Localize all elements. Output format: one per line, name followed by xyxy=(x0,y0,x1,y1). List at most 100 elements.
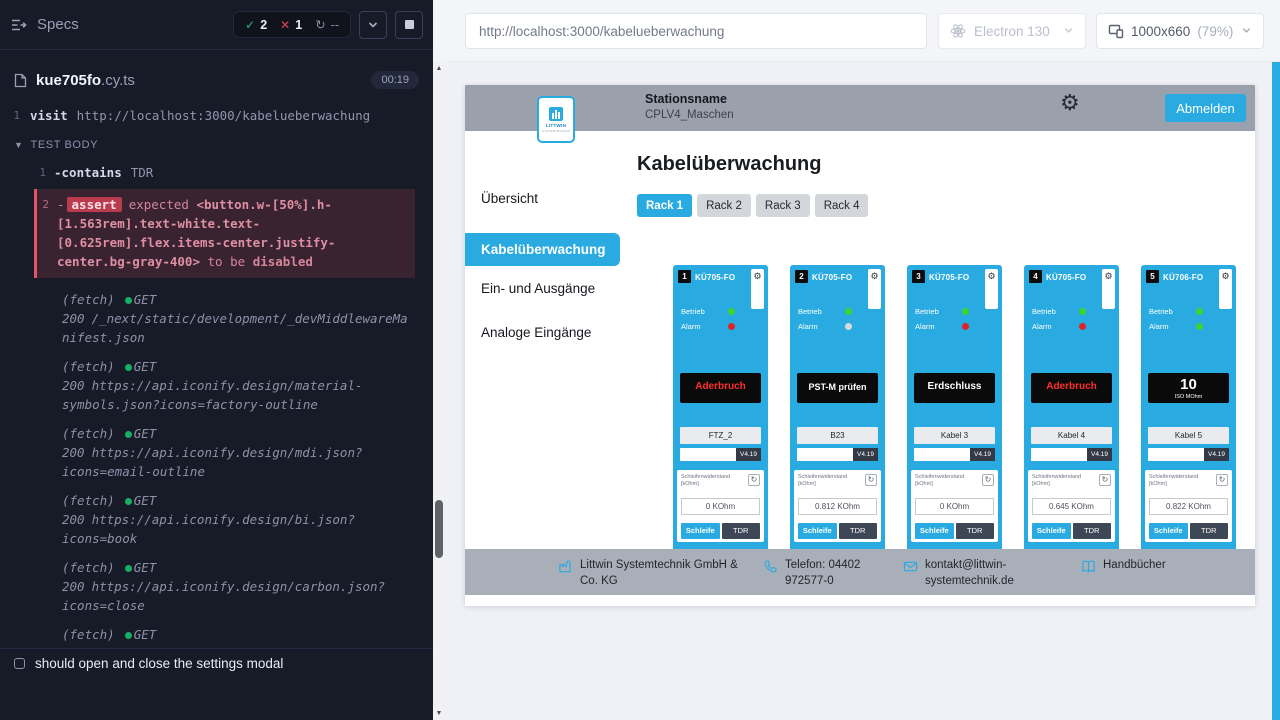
resistance-value: 0 KOhm xyxy=(681,498,760,515)
refresh-icon[interactable]: ↻ xyxy=(1099,474,1111,486)
refresh-icon[interactable]: ↻ xyxy=(748,474,760,486)
command-arg: http://localhost:3000/kabelueberwachung xyxy=(77,106,371,125)
tdr-button[interactable]: TDR xyxy=(1073,523,1112,539)
test-body-section[interactable]: ▼ TEST BODY xyxy=(0,127,427,161)
tdr-button[interactable]: TDR xyxy=(839,523,878,539)
tdr-button[interactable]: TDR xyxy=(1190,523,1229,539)
contains-command-row[interactable]: 1 -contains TDR xyxy=(34,161,415,184)
viewport-select[interactable]: 1000x660 (79%) xyxy=(1096,13,1264,49)
browser-select[interactable]: Electron 130 xyxy=(938,13,1086,49)
card-gear-icon[interactable]: ⚙ xyxy=(751,269,764,283)
alarm-dot xyxy=(962,323,969,330)
sidebar-item-analoge-eingaenge[interactable]: Analoge Eingänge xyxy=(465,325,620,340)
schleife-button[interactable]: Schleife xyxy=(1149,523,1188,539)
collapse-all-button[interactable] xyxy=(359,11,387,39)
tdr-button[interactable]: TDR xyxy=(956,523,995,539)
device-card-1: 1 KÜ705-FO ⚙ Betrieb Alarm Aderbruch FTZ… xyxy=(673,265,768,549)
network-log-entry[interactable]: (fetch)GET 200https://api.iconify.design… xyxy=(34,558,415,615)
card-actions: Schleife TDR xyxy=(915,523,994,539)
card-model-label: KÜ705-FO xyxy=(1046,273,1086,282)
schleife-button[interactable]: Schleife xyxy=(798,523,837,539)
visit-command-row[interactable]: 1 visit http://localhost:3000/kabelueber… xyxy=(0,104,427,127)
betrieb-label: Betrieb xyxy=(915,307,939,316)
failed-assert-row[interactable]: 2 -assertexpected <button.w-[50%].h-[1.5… xyxy=(34,189,415,278)
network-log-entry[interactable]: (fetch)GET 200https://api.iconify.design… xyxy=(34,357,415,414)
tab-rack-1[interactable]: Rack 1 xyxy=(637,194,692,217)
footer-email[interactable]: kontakt@littwin-systemtechnik.de xyxy=(903,549,1043,589)
version-row: V4.19 xyxy=(680,448,761,461)
device-card-5: 5 KÜ706-FO ⚙ Betrieb Alarm 10ISO MOhm Ka… xyxy=(1141,265,1236,549)
resistance-panel: Schleifenwiderstand [kOhm] ↻ 0.822 KOhm … xyxy=(1145,470,1232,542)
failed-stat: ✕1 xyxy=(280,18,302,32)
resistance-panel: Schleifenwiderstand [kOhm] ↻ 0.645 KOhm … xyxy=(1028,470,1115,542)
assert-state: disabled xyxy=(253,254,313,269)
schleife-button[interactable]: Schleife xyxy=(681,523,720,539)
sidebar-item-uebersicht[interactable]: Übersicht xyxy=(465,191,620,206)
fetch-url: https://api.iconify.design/carbon.json?i… xyxy=(62,579,385,613)
refresh-icon[interactable]: ↻ xyxy=(982,474,994,486)
spec-name: kue705fo.cy.ts xyxy=(36,72,135,89)
right-edge-strip xyxy=(1272,62,1280,720)
betrieb-indicator: Betrieb xyxy=(915,307,969,316)
refresh-icon[interactable]: ↻ xyxy=(865,474,877,486)
settings-gear-icon[interactable]: ⚙ xyxy=(1060,92,1080,114)
status-subtext: ISO MOhm xyxy=(1175,394,1203,400)
version-row: V4.19 xyxy=(797,448,878,461)
spec-file-row[interactable]: kue705fo.cy.ts 00:19 xyxy=(0,63,433,97)
littwin-building-icon xyxy=(547,106,565,122)
x-icon: ✕ xyxy=(280,18,290,32)
card-model-label: KÜ705-FO xyxy=(929,273,969,282)
url-input[interactable]: http://localhost:3000/kabelueberwachung xyxy=(465,13,927,49)
station-name: CPLV4_Maschen xyxy=(645,109,734,121)
tab-rack-4[interactable]: Rack 4 xyxy=(815,194,869,217)
specs-button[interactable]: Specs xyxy=(10,16,79,33)
network-log-entry[interactable]: (fetch)GET 200https://api.iconify.design… xyxy=(34,424,415,481)
sidebar-item-ein-und-ausgaenge[interactable]: Ein- und Ausgänge xyxy=(465,281,620,296)
tdr-button[interactable]: TDR xyxy=(722,523,761,539)
fetch-label: (fetch) xyxy=(62,426,115,441)
logout-button[interactable]: Abmelden xyxy=(1165,94,1246,122)
next-test-row[interactable]: should open and close the settings modal xyxy=(0,648,433,678)
phone-number: Telefon: 04402 972577-0 xyxy=(785,558,891,589)
network-log-entry[interactable]: (fetch)GET 200https://api.iconify.design… xyxy=(34,491,415,548)
cable-name: Kabel 5 xyxy=(1148,427,1229,444)
pending-stat: ↻-- xyxy=(315,17,339,32)
alarm-label: Alarm xyxy=(1149,322,1169,331)
fetch-label: (fetch) xyxy=(62,560,115,575)
device-card-3: 3 KÜ705-FO ⚙ Betrieb Alarm Erdschluss Ka… xyxy=(907,265,1002,549)
network-log-entry[interactable]: (fetch)GET 200https://api.iconify.design… xyxy=(34,625,415,648)
schleife-button[interactable]: Schleife xyxy=(915,523,954,539)
alarm-indicator: Alarm xyxy=(1032,322,1086,331)
reporter-scrollbar: ▲ ▼ xyxy=(433,0,445,720)
card-gear-icon[interactable]: ⚙ xyxy=(1102,269,1115,283)
refresh-icon[interactable]: ↻ xyxy=(1216,474,1228,486)
scrollbar-thumb[interactable] xyxy=(435,500,443,558)
card-gear-icon[interactable]: ⚙ xyxy=(868,269,881,283)
stop-button[interactable] xyxy=(395,11,423,39)
footer-manuals[interactable]: Handbücher xyxy=(1081,549,1166,574)
schleife-button[interactable]: Schleife xyxy=(1032,523,1071,539)
spec-extension: .cy.ts xyxy=(101,72,135,89)
network-log-entry[interactable]: (fetch)GET 200/_next/static/development/… xyxy=(34,290,415,347)
card-gear-icon[interactable]: ⚙ xyxy=(985,269,998,283)
alarm-indicator: Alarm xyxy=(798,322,852,331)
cable-name: FTZ_2 xyxy=(680,427,761,444)
alarm-dot xyxy=(728,323,735,330)
scroll-down-arrow[interactable]: ▼ xyxy=(433,710,445,717)
status-display: Aderbruch xyxy=(680,373,761,403)
passed-count: 2 xyxy=(260,18,267,32)
chevron-down-icon xyxy=(1063,24,1074,39)
sidebar-item-kabelueberwachung[interactable]: Kabelüberwachung xyxy=(465,233,620,266)
scrollbar-track[interactable]: ▲ ▼ xyxy=(433,62,445,720)
line-number: 1 xyxy=(34,163,54,182)
card-actions: Schleife TDR xyxy=(681,523,760,539)
tab-rack-2[interactable]: Rack 2 xyxy=(697,194,751,217)
scroll-up-arrow[interactable]: ▲ xyxy=(433,65,445,72)
phone-icon xyxy=(763,559,778,574)
footer-phone: Telefon: 04402 972577-0 xyxy=(763,549,891,589)
betrieb-dot xyxy=(962,308,969,315)
status-display: Aderbruch xyxy=(1031,373,1112,403)
betrieb-dot xyxy=(845,308,852,315)
card-gear-icon[interactable]: ⚙ xyxy=(1219,269,1232,283)
tab-rack-3[interactable]: Rack 3 xyxy=(756,194,810,217)
